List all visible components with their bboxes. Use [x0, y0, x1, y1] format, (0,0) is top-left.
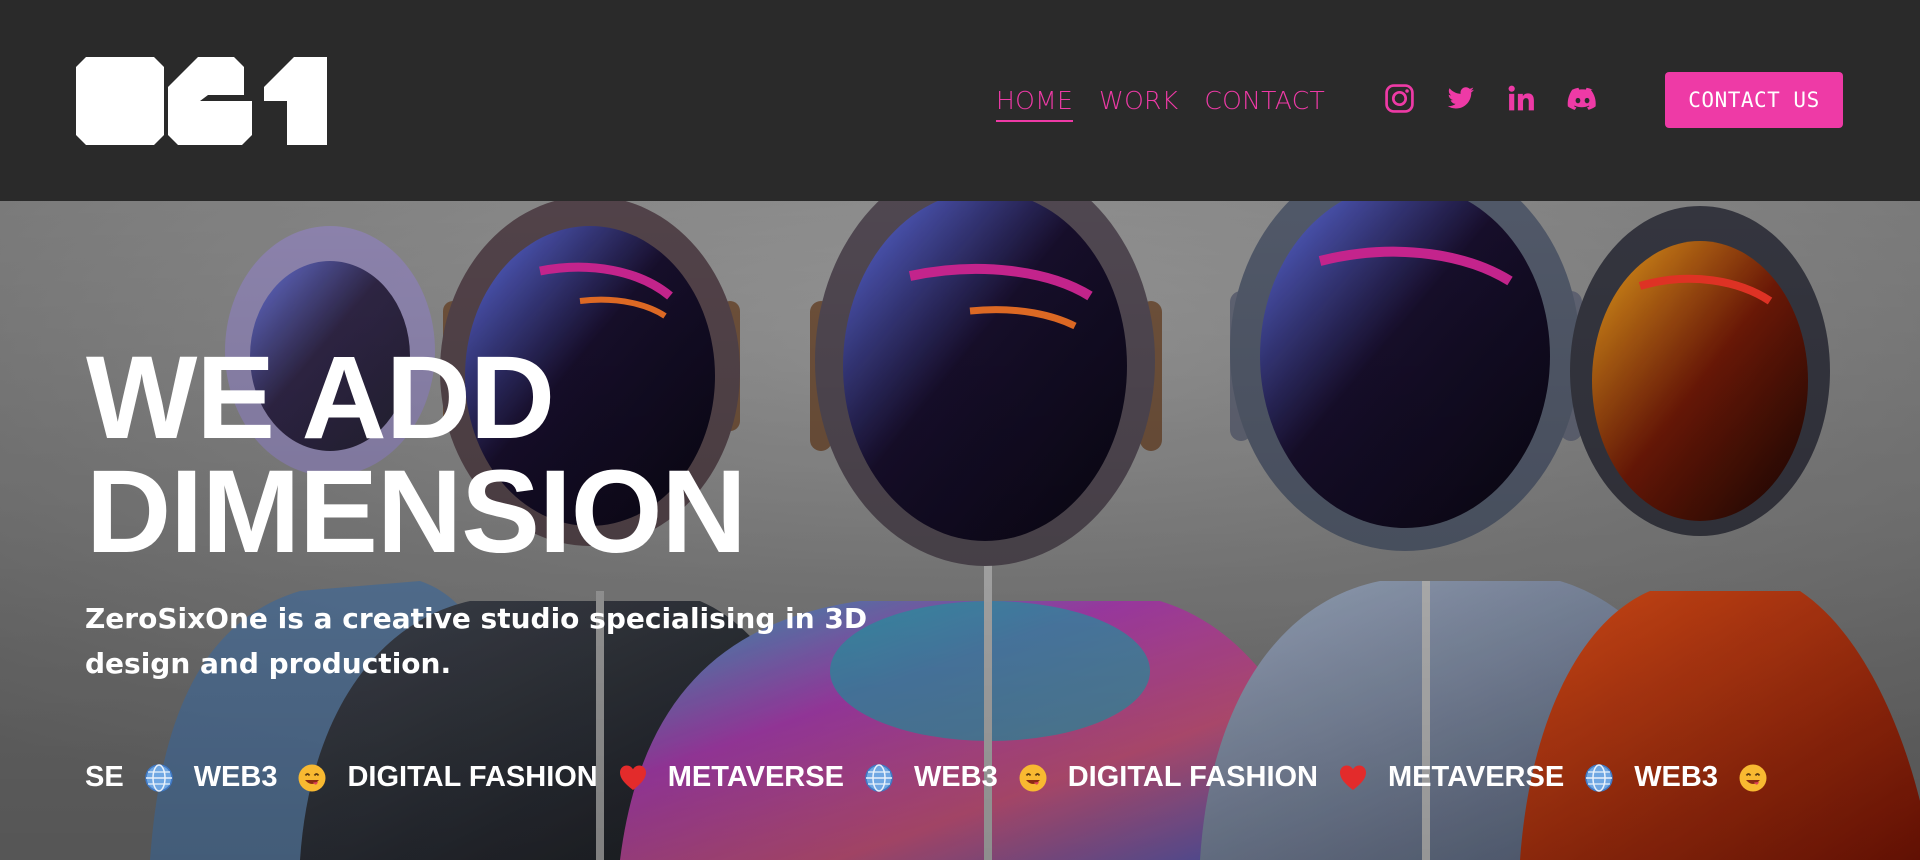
- hero-tagline: ZeroSixOne is a creative studio speciali…: [85, 602, 868, 680]
- ticker-item: WEB3: [193, 761, 278, 793]
- headline-line-2: DIMENSION: [86, 446, 747, 578]
- ticker-item: METAVERSE: [1388, 761, 1565, 793]
- headline-line-1: WE ADD: [86, 332, 555, 464]
- ticker-item: DIGITAL FASHION: [1067, 761, 1319, 793]
- nav-contact[interactable]: CONTACT: [1204, 84, 1325, 122]
- smiling-face-icon: [298, 764, 326, 791]
- hero-section: WE ADD DIMENSION ZeroSixOne is a creativ…: [0, 201, 1920, 860]
- globe-icon: [1585, 763, 1613, 792]
- hero-headline: WE ADD DIMENSION: [86, 332, 747, 578]
- linkedin-icon[interactable]: [1506, 83, 1537, 114]
- site-header: HOME WORK CONTACT CONTACT US: [0, 0, 1920, 201]
- nav-home[interactable]: HOME: [996, 84, 1074, 122]
- ticker-item: SE: [85, 761, 124, 793]
- nav-work[interactable]: WORK: [1099, 84, 1178, 122]
- contact-us-button[interactable]: CONTACT US: [1665, 72, 1843, 128]
- discord-icon[interactable]: [1567, 83, 1598, 114]
- ticker-item: WEB3: [1634, 761, 1718, 793]
- instagram-icon[interactable]: [1384, 83, 1415, 114]
- ticker-item: DIGITAL FASHION: [347, 761, 598, 793]
- heart-icon: [1340, 765, 1367, 790]
- smiling-face-icon: [1019, 764, 1047, 791]
- zerosixone-logo[interactable]: [76, 57, 327, 145]
- globe-icon: [865, 763, 893, 792]
- ticker-item: WEB3: [913, 761, 998, 793]
- heart-icon: [619, 765, 646, 790]
- social-links: [1384, 83, 1598, 114]
- ticker-item: METAVERSE: [667, 761, 844, 793]
- smiling-face-icon: [1739, 764, 1767, 791]
- keyword-ticker: SE WEB3 DIGITAL FASHION METAVERSE WEB3 D…: [85, 761, 1788, 794]
- globe-icon: [144, 763, 173, 792]
- twitter-icon[interactable]: [1445, 83, 1476, 114]
- main-nav: HOME WORK CONTACT: [996, 84, 1325, 122]
